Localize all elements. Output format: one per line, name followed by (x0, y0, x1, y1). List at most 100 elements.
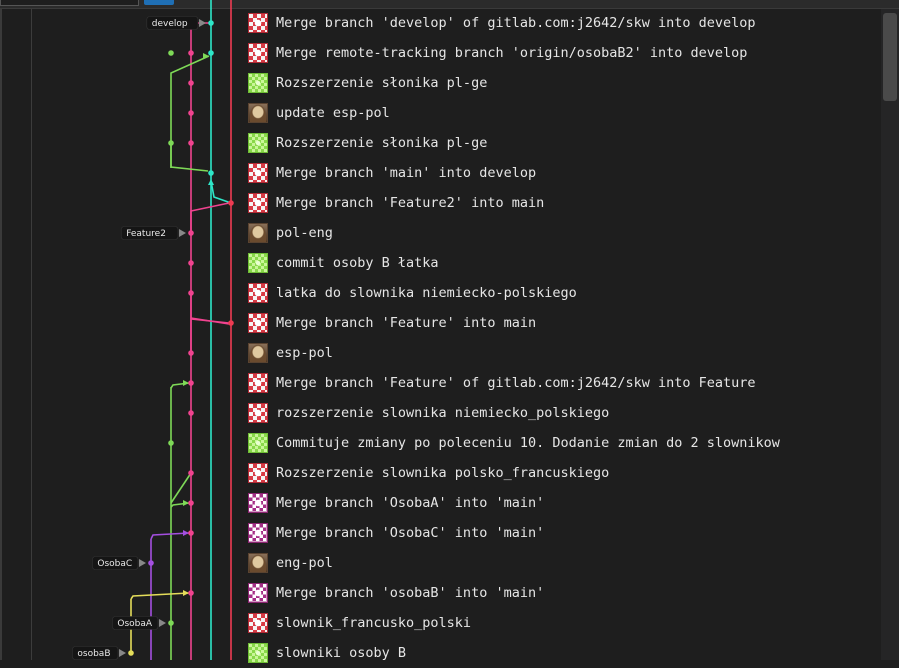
commit-message: Merge branch 'osobaB' into 'main' (276, 585, 545, 601)
commit-node (168, 50, 174, 56)
author-avatar (248, 493, 268, 513)
graph-edge (150, 532, 190, 540)
commit-node (188, 80, 194, 86)
author-avatar (248, 193, 268, 213)
commit-message: rozszerzenie slownika niemiecko_polskieg… (276, 405, 610, 421)
author-avatar (248, 103, 268, 123)
commit-message: Merge branch 'Feature' of gitlab.com:j26… (276, 375, 756, 391)
commit-row[interactable]: latka do slownika niemiecko-polskiego (248, 278, 878, 308)
author-avatar (248, 343, 268, 363)
commit-row[interactable]: Merge branch 'Feature2' into main (248, 188, 878, 218)
author-avatar (248, 163, 268, 183)
commit-node (188, 260, 194, 266)
commit-node (188, 410, 194, 416)
commit-message: slownik_francusko_polski (276, 615, 472, 631)
commit-row[interactable]: update esp-pol (248, 98, 878, 128)
commit-node (188, 530, 194, 536)
commit-row[interactable]: Rozszerzenie słonika pl-ge (248, 68, 878, 98)
commit-node (188, 470, 194, 476)
commit-row[interactable]: Merge branch 'OsobaC' into 'main' (248, 518, 878, 548)
lane-osobaB2 (170, 55, 210, 168)
branch-label: OsobaA (112, 616, 166, 630)
commit-row[interactable]: Merge branch 'Feature' of gitlab.com:j26… (248, 368, 878, 398)
commit-row[interactable]: esp-pol (248, 338, 878, 368)
commit-message: eng-pol (276, 555, 333, 571)
branch-label-box (120, 226, 179, 240)
author-avatar (248, 523, 268, 543)
commit-node (148, 560, 154, 566)
branch-label-text: develop (152, 19, 188, 29)
commit-row[interactable]: Merge remote-tracking branch 'origin/oso… (248, 38, 878, 68)
commit-message: Merge branch 'Feature2' into main (276, 195, 545, 211)
commit-message: Rozszerzenie słonika pl-ge (276, 75, 488, 91)
commit-row[interactable]: Merge branch 'Feature' into main (248, 308, 878, 338)
commit-message: Merge branch 'Feature' into main (276, 315, 537, 331)
commit-node (168, 140, 174, 146)
search-input[interactable] (0, 0, 139, 6)
author-avatar (248, 613, 268, 633)
commit-message: esp-pol (276, 345, 333, 361)
graph-edge (210, 180, 232, 204)
commit-message: Rozszerzenie slownika polsko_francuskieg… (276, 465, 610, 481)
commit-message: commit osoby B łatka (276, 255, 439, 271)
commit-row[interactable]: Rozszerzenie słonika pl-ge (248, 128, 878, 158)
commit-row[interactable]: Merge branch 'osobaB' into 'main' (248, 578, 878, 608)
commit-node (168, 620, 174, 626)
commit-message: Merge branch 'main' into develop (276, 165, 537, 181)
commit-row[interactable]: Merge branch 'OsobaA' into 'main' (248, 488, 878, 518)
branch-pointer-icon (159, 619, 166, 627)
author-avatar (248, 253, 268, 273)
branch-label: OsobaC (92, 556, 146, 570)
branch-pointer-icon (179, 229, 186, 237)
graph-edge (190, 318, 230, 353)
commit-row[interactable]: Rozszerzenie slownika polsko_francuskieg… (248, 458, 878, 488)
commit-node (208, 170, 214, 176)
commit-row[interactable]: Merge branch 'main' into develop (248, 158, 878, 188)
author-avatar (248, 373, 268, 393)
left-panel-border (0, 9, 2, 660)
merge-arrow (183, 380, 189, 386)
branch-label-box (92, 556, 139, 570)
search-button[interactable] (144, 0, 174, 5)
commit-row[interactable]: eng-pol (248, 548, 878, 578)
graph-edge (170, 382, 190, 389)
commit-message: Merge branch 'OsobaC' into 'main' (276, 525, 545, 541)
commit-row[interactable]: slownik_francusko_polski (248, 608, 878, 638)
author-avatar (248, 583, 268, 603)
commit-row[interactable]: rozszerzenie slownika niemiecko_polskieg… (248, 398, 878, 428)
commit-row[interactable]: slowniki osoby B (248, 638, 878, 668)
commit-row[interactable]: Commituje zmiany po poleceniu 10. Dodani… (248, 428, 878, 458)
scrollbar-thumb[interactable] (883, 13, 897, 101)
branch-pointer-icon (139, 559, 146, 567)
author-avatar (248, 73, 268, 93)
graph-edge (190, 202, 230, 233)
branch-label-text: OsobaA (117, 619, 153, 629)
commit-message: Commituje zmiany po poleceniu 10. Dodani… (276, 435, 780, 451)
lane-osobaB2 (170, 143, 209, 172)
graph-edge (130, 592, 190, 600)
commit-message: Merge branch 'OsobaA' into 'main' (276, 495, 545, 511)
commit-node (188, 500, 194, 506)
branch-label-box (146, 16, 199, 30)
author-avatar (248, 133, 268, 153)
merge-arrow (203, 53, 209, 59)
commit-message: Merge branch 'develop' of gitlab.com:j26… (276, 15, 756, 31)
commit-node (188, 380, 194, 386)
commit-row[interactable]: pol-eng (248, 218, 878, 248)
vertical-scrollbar[interactable] (881, 9, 899, 660)
commit-node (188, 20, 194, 26)
author-avatar (248, 43, 268, 63)
branch-label-text: OsobaC (97, 559, 132, 569)
commit-node (188, 590, 194, 596)
commit-row[interactable]: commit osoby B łatka (248, 248, 878, 278)
author-avatar (248, 283, 268, 303)
commit-node (188, 350, 194, 356)
commit-message: pol-eng (276, 225, 333, 241)
commit-node (188, 140, 194, 146)
commit-node (188, 50, 194, 56)
commit-node (228, 200, 234, 206)
graph-edge (190, 293, 230, 325)
graph-gutter-divider (31, 9, 32, 660)
commit-row[interactable]: Merge branch 'develop' of gitlab.com:j26… (248, 8, 878, 38)
commit-node (228, 320, 234, 326)
